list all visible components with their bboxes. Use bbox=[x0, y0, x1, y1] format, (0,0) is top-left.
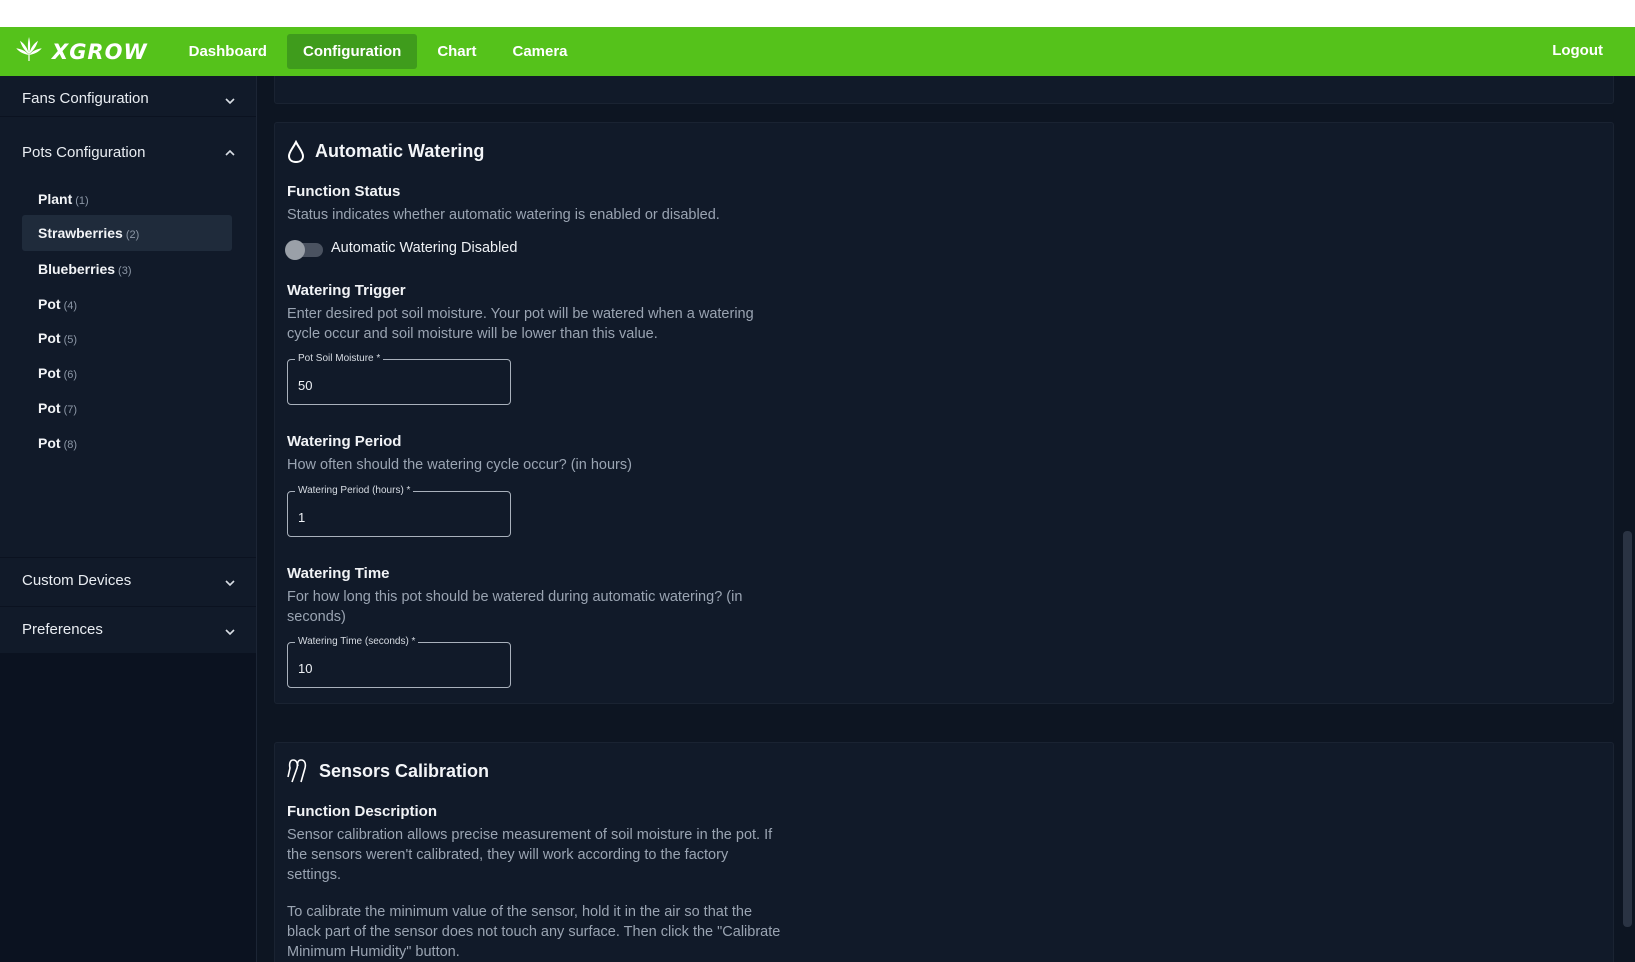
function-status-description: Status indicates whether automatic water… bbox=[287, 207, 720, 223]
sidebar-item-fans-configuration[interactable]: Fans Configuration bbox=[0, 76, 256, 116]
toggle-label: Automatic Watering Disabled bbox=[331, 240, 518, 256]
nav-camera[interactable]: Camera bbox=[496, 34, 583, 69]
pot-soil-moisture-field: Pot Soil Moisture * bbox=[287, 353, 511, 405]
watering-period-title: Watering Period bbox=[287, 433, 402, 450]
scrollbar-thumb[interactable] bbox=[1623, 531, 1632, 927]
watering-period-description: How often should the watering cycle occu… bbox=[287, 457, 632, 473]
sidebar-section-pots: Pots Configuration Plant (1) Strawberries(… bbox=[0, 117, 256, 557]
pot-item[interactable]: Blueberries (3) bbox=[22, 251, 232, 287]
pot-name: Pot (8) bbox=[38, 435, 77, 451]
watering-period-field: Watering Period (hours) * bbox=[287, 485, 511, 537]
logout-button[interactable]: Logout bbox=[1552, 42, 1603, 59]
main-content: Automatic Watering Function Status Statu… bbox=[257, 76, 1620, 962]
cannabis-leaf-icon bbox=[14, 34, 44, 69]
pot-name-text: Pot bbox=[38, 400, 61, 416]
sidebar-item-custom-devices[interactable]: Custom Devices bbox=[0, 558, 256, 606]
watering-period-input[interactable] bbox=[298, 510, 498, 525]
pot-name-text: Plant bbox=[38, 191, 73, 207]
sensors-calibration-card: Sensors Calibration Function Description… bbox=[274, 742, 1614, 962]
pot-name-text: Strawberries bbox=[38, 225, 123, 241]
pot-count: (4) bbox=[63, 300, 78, 312]
automatic-watering-toggle[interactable] bbox=[285, 240, 323, 260]
pot-name-text: Pot bbox=[38, 330, 61, 346]
watering-time-title: Watering Time bbox=[287, 565, 390, 582]
calibration-description-2: To calibrate the minimum value of the se… bbox=[287, 904, 781, 960]
brand-name: XGROW bbox=[52, 39, 148, 64]
chevron-up-icon[interactable] bbox=[224, 146, 235, 156]
brand-logo[interactable]: XGROW bbox=[14, 34, 148, 69]
pot-name: Pot (7) bbox=[38, 400, 77, 416]
watering-time-input[interactable] bbox=[298, 661, 498, 676]
toggle-knob bbox=[285, 240, 305, 260]
pot-name-text: Pot bbox=[38, 435, 61, 451]
pot-item[interactable]: Plant (1) bbox=[22, 181, 232, 217]
pot-item[interactable]: Pot (8) bbox=[22, 425, 232, 461]
automatic-watering-card: Automatic Watering Function Status Statu… bbox=[274, 122, 1614, 704]
sidebar-item-label: Custom Devices bbox=[22, 572, 132, 589]
pot-item[interactable]: Pot (5) bbox=[22, 320, 232, 356]
pot-name: Pot (4) bbox=[38, 296, 77, 312]
watering-time-description: For how long this pot should be watered … bbox=[287, 589, 743, 625]
top-navbar: XGROW Dashboard Configuration Chart Camera … bbox=[0, 27, 1635, 76]
pot-soil-moisture-input[interactable] bbox=[298, 378, 498, 393]
chevron-down-icon bbox=[224, 625, 235, 636]
pot-name: Blueberries (3) bbox=[38, 261, 132, 277]
config-sidebar: Fans Configuration Pots Configuration Pl… bbox=[0, 76, 257, 962]
pot-name: Strawberries (2) bbox=[38, 225, 139, 241]
sidebar-item-preferences[interactable]: Preferences bbox=[0, 607, 256, 653]
pot-count: (8) bbox=[63, 439, 78, 451]
pot-item[interactable]: Strawberries (2) bbox=[22, 215, 232, 251]
function-description-title: Function Description bbox=[287, 803, 437, 820]
sidebar-item-label: Preferences bbox=[22, 621, 103, 638]
pot-count: (7) bbox=[63, 404, 78, 416]
chevron-down-icon bbox=[224, 94, 235, 105]
pot-name-text: Blueberries bbox=[38, 261, 116, 277]
pot-name-text: Pot bbox=[38, 296, 61, 312]
pot-item[interactable]: Pot (4) bbox=[22, 286, 232, 322]
nav-chart[interactable]: Chart bbox=[421, 34, 492, 69]
pot-count: (2) bbox=[125, 229, 140, 241]
pot-count: (5) bbox=[63, 334, 78, 346]
calibration-description-1: Sensor calibration allows precise measur… bbox=[287, 827, 773, 883]
previous-card-bottom bbox=[274, 76, 1614, 104]
pot-count: (6) bbox=[63, 369, 78, 381]
nav-configuration[interactable]: Configuration bbox=[286, 34, 418, 69]
browser-top-strip bbox=[0, 0, 1635, 27]
pot-name: Plant (1) bbox=[38, 191, 89, 207]
watering-trigger-title: Watering Trigger bbox=[287, 282, 406, 299]
pot-item[interactable]: Pot (6) bbox=[22, 355, 232, 391]
function-status-title: Function Status bbox=[287, 183, 401, 200]
field-label: Pot Soil Moisture * bbox=[295, 353, 384, 364]
pot-item[interactable]: Pot (7) bbox=[22, 390, 232, 426]
field-label: Watering Time (seconds) * bbox=[295, 636, 419, 647]
pot-name-text: Pot bbox=[38, 365, 61, 381]
pot-name: Pot (5) bbox=[38, 330, 77, 346]
water-drop-icon bbox=[287, 139, 305, 169]
sidebar-item-label: Fans Configuration bbox=[22, 90, 149, 107]
pot-name: Pot (6) bbox=[38, 365, 77, 381]
pot-count: (1) bbox=[75, 195, 89, 207]
page-scrollbar[interactable] bbox=[1620, 76, 1635, 962]
field-label: Watering Period (hours) * bbox=[295, 485, 414, 496]
chevron-down-icon bbox=[224, 576, 235, 587]
nav-dashboard[interactable]: Dashboard bbox=[173, 34, 283, 69]
card-title: Automatic Watering bbox=[315, 141, 485, 161]
card-title: Sensors Calibration bbox=[319, 761, 490, 781]
pot-count: (3) bbox=[118, 265, 132, 277]
nav-menu: Dashboard Configuration Chart Camera bbox=[173, 34, 588, 69]
watering-trigger-description: Enter desired pot soil moisture. Your po… bbox=[287, 306, 754, 342]
sensor-probe-icon bbox=[287, 757, 309, 790]
sidebar-item-pots-configuration[interactable]: Pots Configuration bbox=[22, 144, 145, 161]
watering-time-field: Watering Time (seconds) * bbox=[287, 636, 511, 688]
